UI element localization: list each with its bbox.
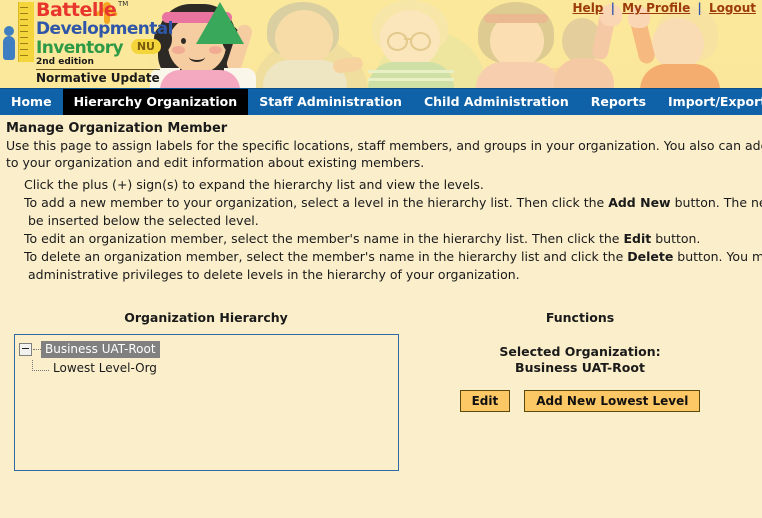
edit-button[interactable]: Edit (459, 390, 511, 412)
intro-line-1: Use this page to assign labels for the s… (6, 138, 762, 153)
instruction-item-expand: Click the plus (+) sign(s) to expand the… (6, 176, 754, 194)
header-links: Help | My Profile | Logout (573, 1, 756, 15)
hierarchy-tree[interactable]: Business UAT-Root Lowest Level-Org (14, 334, 399, 471)
selected-organization-value: Business UAT-Root (515, 360, 645, 375)
instruction-item-delete: To delete an organization member, select… (6, 248, 762, 284)
hierarchy-heading: Organization Hierarchy (124, 310, 288, 325)
organization-hierarchy-panel: Organization Hierarchy Business UAT-Root… (6, 310, 406, 471)
child-illustration-2 (358, 0, 464, 88)
tree-connector (33, 348, 41, 351)
brand-line-3: Inventory (36, 38, 124, 58)
page-content: Manage Organization Member Use this page… (0, 115, 762, 471)
brand-line-1: Battelle (36, 0, 117, 21)
instruction-bold-delete: Delete (627, 249, 674, 264)
brand-line-2: Developmental (36, 19, 174, 39)
site-banner: TM Battelle Developmental Inventory NU 2… (0, 0, 762, 88)
main-navigation: Home Hierarchy Organization Staff Admini… (0, 88, 762, 115)
person-icon-body (3, 36, 15, 60)
functions-panel: Functions Selected Organization: Busines… (406, 310, 754, 471)
functions-heading: Functions (545, 310, 615, 325)
nav-item-import-export[interactable]: Import/Export (657, 89, 762, 115)
instruction-list: Click the plus (+) sign(s) to expand the… (6, 176, 762, 284)
my-profile-link[interactable]: My Profile (622, 1, 690, 15)
brand-logo: TM Battelle Developmental Inventory NU 2… (0, 0, 174, 88)
green-triangle-icon (196, 2, 244, 44)
tree-row-child[interactable]: Lowest Level-Org (19, 358, 394, 377)
logout-link[interactable]: Logout (709, 1, 756, 15)
intro-line-2: to your organization and edit informatio… (6, 155, 425, 170)
instruction-bold-edit: Edit (623, 231, 652, 246)
brand-edition: 2nd edition (36, 57, 94, 67)
minus-icon[interactable] (19, 343, 32, 356)
link-separator-1: | (610, 1, 615, 15)
child-illustration-1 (255, 0, 364, 88)
panels-container: Organization Hierarchy Business UAT-Root… (6, 310, 754, 471)
instruction-item-add: To add a new member to your organization… (6, 194, 762, 230)
instruction-text: Click the plus (+) sign(s) to expand the… (24, 177, 484, 192)
tree-node-child-label[interactable]: Lowest Level-Org (49, 361, 157, 375)
instruction-text-line2: be inserted below the selected level. (28, 213, 259, 228)
instruction-text-line2: administrative privileges to delete leve… (28, 267, 520, 282)
nav-item-reports[interactable]: Reports (580, 89, 657, 115)
child-illustration-3 (468, 0, 568, 88)
instruction-text: To delete an organization member, select… (24, 249, 628, 264)
instruction-text-cont: button. You must have (677, 249, 762, 264)
page-title: Manage Organization Member (6, 121, 228, 136)
tree-connector-elbow (32, 359, 49, 371)
instruction-bold-add-new: Add New (608, 195, 671, 210)
instruction-item-edit: To edit an organization member, select t… (6, 230, 754, 248)
add-new-lowest-level-button[interactable]: Add New Lowest Level (524, 390, 701, 412)
selected-organization: Selected Organization: Business UAT-Root (406, 344, 754, 376)
nav-item-staff-administration[interactable]: Staff Administration (248, 89, 413, 115)
ruler-icon (18, 2, 34, 62)
application-page: TM Battelle Developmental Inventory NU 2… (0, 0, 762, 518)
nu-badge: NU (130, 39, 161, 54)
person-icon-head (4, 26, 14, 36)
tree-row-root[interactable]: Business UAT-Root (19, 341, 394, 358)
selected-organization-label: Selected Organization: (499, 344, 661, 359)
brand-normative-update: Normative Update (36, 69, 160, 85)
nav-item-child-administration[interactable]: Child Administration (413, 89, 580, 115)
instruction-text: To add a new member to your organization… (24, 195, 609, 210)
link-separator-2: | (697, 1, 702, 15)
function-buttons: Edit Add New Lowest Level (406, 390, 754, 412)
nav-item-hierarchy-organization[interactable]: Hierarchy Organization (62, 89, 249, 115)
nav-item-home[interactable]: Home (0, 89, 63, 115)
tree-node-root-label[interactable]: Business UAT-Root (41, 341, 160, 358)
instruction-text-cont: button. (651, 231, 701, 246)
instruction-text: To edit an organization member, select t… (24, 231, 624, 246)
help-link[interactable]: Help (573, 1, 604, 15)
instruction-text-cont: button. The new membe (674, 195, 762, 210)
